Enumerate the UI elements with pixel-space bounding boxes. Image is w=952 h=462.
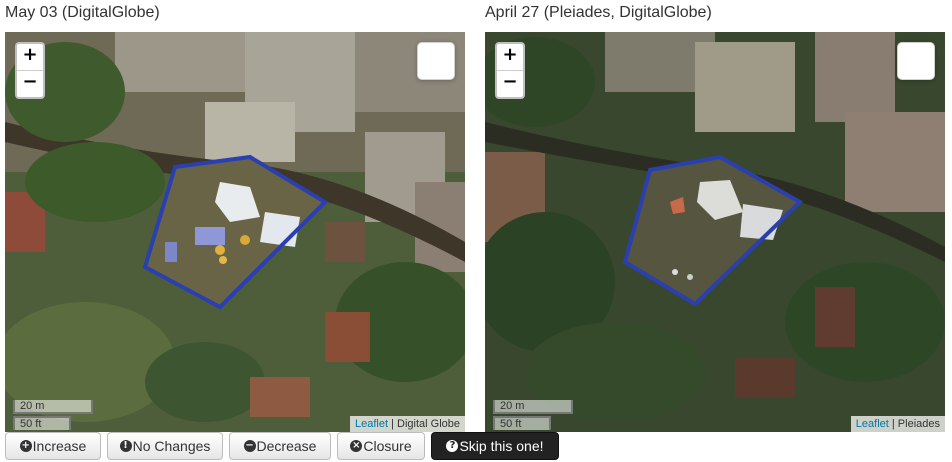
left-map[interactable]: + − 20 m 50 ft Leaflet | Digital Globe bbox=[5, 32, 465, 432]
right-map[interactable]: + − 20 m 50 ft Leaflet | Pleiades bbox=[485, 32, 945, 432]
right-zoom-in-button[interactable]: + bbox=[497, 44, 523, 70]
left-attribution: Leaflet | Digital Globe bbox=[350, 416, 465, 432]
question-circle-icon: ? bbox=[446, 440, 459, 452]
skip-button[interactable]: ? Skip this one! bbox=[431, 432, 559, 460]
left-zoom-control: + − bbox=[15, 42, 45, 99]
right-layer-control-button[interactable] bbox=[897, 42, 935, 80]
left-map-title: May 03 (DigitalGlobe) bbox=[5, 4, 160, 21]
right-attribution: Leaflet | Pleiades bbox=[850, 416, 945, 432]
left-scale-imperial: 50 ft bbox=[13, 416, 71, 430]
right-scale-metric: 20 m bbox=[493, 400, 573, 414]
right-attribution-source: Pleiades bbox=[897, 418, 940, 430]
left-attribution-source: Digital Globe bbox=[397, 418, 460, 430]
increase-button[interactable]: + Increase bbox=[5, 432, 101, 460]
attribution-separator: | bbox=[891, 418, 895, 430]
decrease-button-label: Decrease bbox=[256, 438, 317, 454]
right-scale-imperial: 50 ft bbox=[493, 416, 551, 430]
closure-button-label: Closure bbox=[363, 438, 412, 454]
no-changes-button[interactable]: ! No Changes bbox=[107, 432, 223, 460]
left-satellite-imagery bbox=[5, 32, 465, 432]
right-map-title: April 27 (Pleiades, DigitalGlobe) bbox=[485, 4, 712, 21]
plus-circle-icon: + bbox=[19, 440, 32, 452]
right-zoom-control: + − bbox=[495, 42, 525, 99]
left-zoom-in-button[interactable]: + bbox=[17, 44, 43, 70]
left-zoom-out-button[interactable]: − bbox=[17, 70, 43, 97]
left-scale-metric: 20 m bbox=[13, 400, 93, 414]
skip-button-label: Skip this one! bbox=[459, 438, 544, 454]
close-circle-icon: × bbox=[350, 440, 363, 452]
no-changes-button-label: No Changes bbox=[132, 438, 211, 454]
closure-button[interactable]: × Closure bbox=[337, 432, 425, 460]
decrease-button[interactable]: − Decrease bbox=[229, 432, 331, 460]
right-leaflet-link[interactable]: Leaflet bbox=[856, 418, 889, 430]
minus-circle-icon: − bbox=[243, 440, 256, 452]
right-zoom-out-button[interactable]: − bbox=[497, 70, 523, 97]
attribution-separator: | bbox=[391, 418, 394, 430]
increase-button-label: Increase bbox=[32, 438, 87, 454]
left-scale-bar: 20 m 50 ft bbox=[13, 400, 93, 430]
left-layer-control-button[interactable] bbox=[417, 42, 455, 80]
info-circle-icon: ! bbox=[119, 440, 132, 452]
right-scale-bar: 20 m 50 ft bbox=[493, 400, 573, 430]
left-leaflet-link[interactable]: Leaflet bbox=[355, 418, 388, 430]
right-satellite-imagery bbox=[485, 32, 945, 432]
